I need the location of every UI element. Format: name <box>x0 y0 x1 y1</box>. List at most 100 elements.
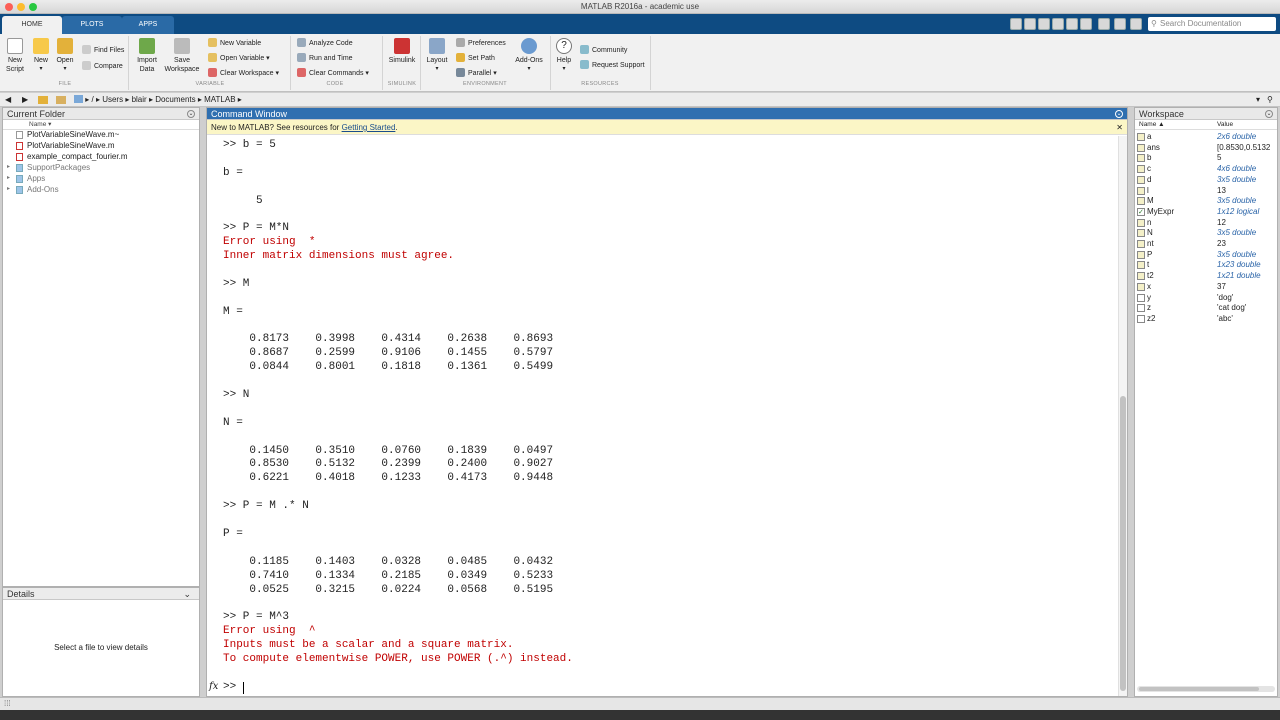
parallel-button[interactable]: Parallel ▾ <box>456 68 497 79</box>
new-script-button[interactable]: New Script <box>4 38 26 74</box>
list-item[interactable]: PlotVariableSineWave.m~ <box>16 130 119 139</box>
name-column-header[interactable]: Name ▲ <box>1139 120 1165 130</box>
breadcrumb-item[interactable]: Documents <box>155 95 195 104</box>
close-icon[interactable]: ✕ <box>1116 120 1123 135</box>
workspace-row[interactable]: M 3x5 double <box>1135 196 1278 207</box>
clear-workspace-button[interactable]: Clear Workspace ▾ <box>208 68 279 79</box>
find-files-button[interactable]: Find Files <box>82 45 124 56</box>
workspace-row[interactable]: P 3x5 double <box>1135 250 1278 261</box>
request-support-button[interactable]: Request Support <box>580 60 645 71</box>
tab-plots[interactable]: PLOTS <box>62 16 122 34</box>
variable-value: 5 <box>1217 153 1222 163</box>
current-folder-panel: Current Folder ⌄ Name ▾ PlotVariableSine… <box>2 107 200 587</box>
copy-icon[interactable] <box>1038 18 1050 30</box>
zoom-window-button[interactable] <box>29 3 37 11</box>
undo-icon[interactable] <box>1066 18 1078 30</box>
list-item[interactable]: ▸ Apps <box>7 174 45 183</box>
address-dropdown-icon[interactable]: ▾ <box>1256 93 1260 107</box>
expand-arrow-icon[interactable]: ▸ <box>7 163 10 170</box>
add-ons-button[interactable]: Add-Ons ▾ <box>512 38 546 74</box>
horizontal-scrollbar[interactable] <box>1137 686 1275 692</box>
redo-icon[interactable] <box>1080 18 1092 30</box>
panel-actions-icon[interactable]: ⌄ <box>1265 110 1273 118</box>
preferences-button[interactable]: Preferences <box>456 38 506 49</box>
close-window-button[interactable] <box>5 3 13 11</box>
workspace-row[interactable]: y 'dog' <box>1135 293 1278 304</box>
clear-commands-button[interactable]: Clear Commands ▾ <box>297 68 369 79</box>
workspace-row[interactable]: z2 'abc' <box>1135 314 1278 325</box>
workspace-row[interactable]: c 4x6 double <box>1135 164 1278 175</box>
workspace-row[interactable]: b5 <box>1135 153 1278 164</box>
paste-icon[interactable] <box>1052 18 1064 30</box>
value-column-header[interactable]: Value <box>1217 120 1233 130</box>
matrix-icon <box>1137 272 1145 281</box>
breadcrumb-item[interactable]: Users <box>102 95 123 104</box>
expand-arrow-icon[interactable]: ▸ <box>7 185 10 192</box>
up-folder-icon[interactable] <box>38 96 48 104</box>
help-button[interactable]: ? Help ▾ <box>554 38 574 74</box>
list-item[interactable]: PlotVariableSineWave.m <box>16 141 115 150</box>
fx-icon[interactable]: fx <box>209 681 218 692</box>
chevron-down-icon[interactable]: ⌄ <box>183 588 191 600</box>
tab-apps[interactable]: APPS <box>122 16 174 34</box>
compare-button[interactable]: Compare <box>82 61 123 72</box>
panel-actions-icon[interactable]: ⌄ <box>187 110 195 118</box>
minimize-window-button[interactable] <box>17 3 25 11</box>
workspace-row[interactable]: N 3x5 double <box>1135 228 1278 239</box>
command-output[interactable]: >> b = 5 b = 5 >> P = M*N Error using * Inn… <box>223 139 1103 679</box>
list-item[interactable]: ▸ Add-Ons <box>7 185 59 194</box>
forward-arrow-icon[interactable]: ▶ <box>22 93 28 107</box>
save-icon[interactable] <box>1010 18 1022 30</box>
expand-arrow-icon[interactable]: ▸ <box>7 174 10 181</box>
help-icon[interactable] <box>1114 18 1126 30</box>
breadcrumb-item[interactable]: / <box>91 95 93 104</box>
panel-actions-icon[interactable]: ⌄ <box>1115 110 1123 118</box>
workspace-row[interactable]: nt 23 <box>1135 239 1278 250</box>
workspace-row[interactable]: t 1x23 double <box>1135 260 1278 271</box>
list-item[interactable]: ▸ SupportPackages <box>7 163 90 172</box>
analyze-code-button[interactable]: Analyze Code <box>297 38 353 49</box>
switch-windows-icon[interactable] <box>1098 18 1110 30</box>
new-variable-button[interactable]: New Variable <box>208 38 261 49</box>
breadcrumb-item[interactable]: blair <box>132 95 147 104</box>
scrollbar-thumb[interactable] <box>1139 687 1259 691</box>
simulink-button[interactable]: Simulink <box>386 38 418 65</box>
folder-icon <box>16 175 23 183</box>
workspace-row[interactable]: d 3x5 double <box>1135 175 1278 186</box>
simulink-icon <box>394 38 410 54</box>
search-documentation-input[interactable]: ⚲ Search Documentation <box>1148 17 1276 31</box>
breadcrumb-item[interactable]: MATLAB <box>204 95 235 104</box>
name-column-header[interactable]: Name ▾ <box>3 120 199 130</box>
browse-folder-icon[interactable] <box>56 96 66 104</box>
details-header[interactable]: Details ⌄ <box>3 588 199 600</box>
workspace-row[interactable]: ans [0.8530,0.5132 <box>1135 143 1278 154</box>
back-arrow-icon[interactable]: ◀ <box>5 93 11 107</box>
open-variable-button[interactable]: Open Variable ▾ <box>208 53 270 64</box>
import-data-button[interactable]: Import Data <box>133 38 161 74</box>
list-item[interactable]: example_compact_fourier.m <box>16 152 128 161</box>
community-button[interactable]: Community <box>580 45 627 56</box>
workspace-row[interactable]: a 2x6 double <box>1135 132 1278 143</box>
open-button[interactable]: Open ▾ <box>54 38 76 74</box>
cut-icon[interactable] <box>1024 18 1036 30</box>
tab-home[interactable]: HOME <box>2 16 62 34</box>
layout-button[interactable]: Layout ▾ <box>424 38 450 74</box>
set-path-button[interactable]: Set Path <box>456 53 495 64</box>
scrollbar-thumb[interactable] <box>1120 396 1126 691</box>
variable-value: 23 <box>1217 239 1226 248</box>
getting-started-link[interactable]: Getting Started <box>342 123 396 132</box>
workspace-row[interactable]: n 12 <box>1135 218 1278 229</box>
workspace-row[interactable]: ✓ MyExpr 1x12 logical <box>1135 207 1278 218</box>
command-input-line[interactable]: fx >> <box>207 680 1117 696</box>
command-output-line <box>223 264 1103 278</box>
workspace-row[interactable]: t2 1x21 double <box>1135 271 1278 282</box>
run-and-time-button[interactable]: Run and Time <box>297 53 353 64</box>
dock-icon[interactable] <box>1130 18 1142 30</box>
vertical-scrollbar[interactable] <box>1118 136 1127 696</box>
search-folder-icon[interactable]: ⚲ <box>1267 93 1273 107</box>
workspace-row[interactable]: x 37 <box>1135 282 1278 293</box>
save-workspace-button[interactable]: Save Workspace <box>163 38 201 74</box>
workspace-row[interactable]: z 'cat dog' <box>1135 303 1278 314</box>
workspace-row[interactable]: l 13 <box>1135 186 1278 197</box>
new-button[interactable]: New ▾ <box>30 38 52 74</box>
